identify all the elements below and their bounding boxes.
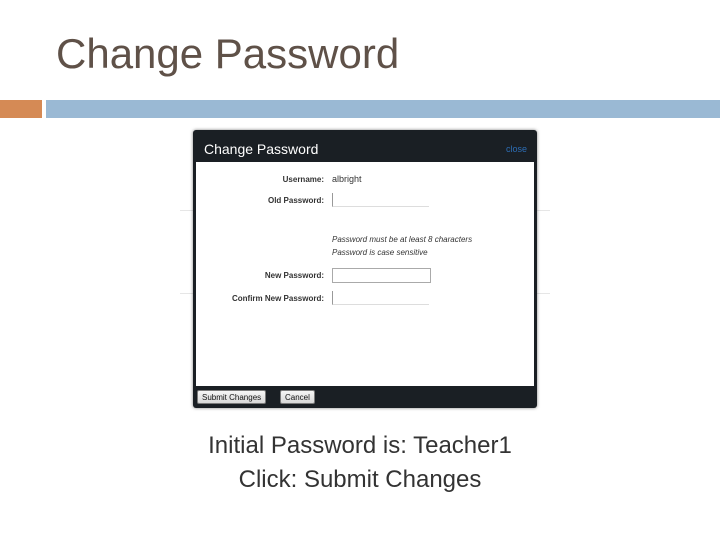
close-link[interactable]: close xyxy=(506,144,527,154)
username-value: albright xyxy=(332,174,362,184)
accent-bar-blue xyxy=(46,100,720,118)
new-password-label: New Password: xyxy=(264,271,324,280)
confirm-password-input[interactable] xyxy=(332,291,429,305)
dialog-footer: Submit Changes Cancel xyxy=(193,386,537,408)
dialog-title: Change Password xyxy=(204,141,319,157)
cancel-button[interactable]: Cancel xyxy=(280,390,315,404)
submit-changes-button[interactable]: Submit Changes xyxy=(197,390,267,404)
old-password-input[interactable] xyxy=(332,193,429,207)
accent-bar-orange xyxy=(0,100,42,118)
new-password-input[interactable] xyxy=(332,268,431,283)
dialog-header: Change Password close xyxy=(193,130,537,162)
username-label: Username: xyxy=(282,175,324,184)
password-case-hint: Password is case sensitive xyxy=(332,248,428,257)
change-password-dialog: Change Password close Username: albright… xyxy=(193,130,537,408)
old-password-label: Old Password: xyxy=(267,196,324,205)
caption-click-instruction: Click: Submit Changes xyxy=(238,466,482,493)
dialog-body: Username: albright Old Password: Passwor… xyxy=(196,162,534,386)
password-length-hint: Password must be at least 8 characters xyxy=(332,235,473,244)
slide-title: Change Password xyxy=(56,30,400,77)
caption-initial-password: Initial Password is: Teacher1 xyxy=(208,432,512,459)
confirm-password-label: Confirm New Password: xyxy=(231,294,324,303)
